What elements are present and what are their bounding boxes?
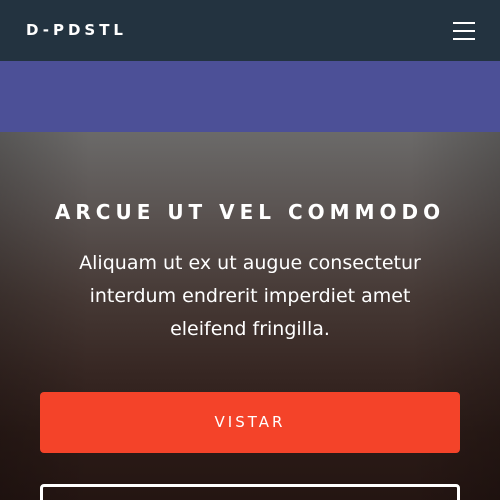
brand-logo[interactable]: D-PDSTL xyxy=(26,20,127,40)
secondary-outline-button[interactable] xyxy=(40,484,460,500)
menu-bar xyxy=(453,30,475,32)
menu-bar xyxy=(453,22,475,24)
hero-title: ARCUE UT VEL COMMODO xyxy=(54,200,446,224)
hero-section: ARCUE UT VEL COMMODO Aliquam ut ex ut au… xyxy=(0,132,500,500)
page: D-PDSTL ARCUE UT VEL COMMODO Aliquam ut … xyxy=(0,0,500,500)
menu-bar xyxy=(453,38,475,40)
navbar: D-PDSTL xyxy=(0,0,500,61)
hamburger-menu-icon[interactable] xyxy=(450,19,478,43)
banner-band xyxy=(0,61,500,132)
hero-description: Aliquam ut ex ut augue consectetur inter… xyxy=(79,252,421,340)
vistar-button[interactable]: VISTAR xyxy=(40,392,460,453)
